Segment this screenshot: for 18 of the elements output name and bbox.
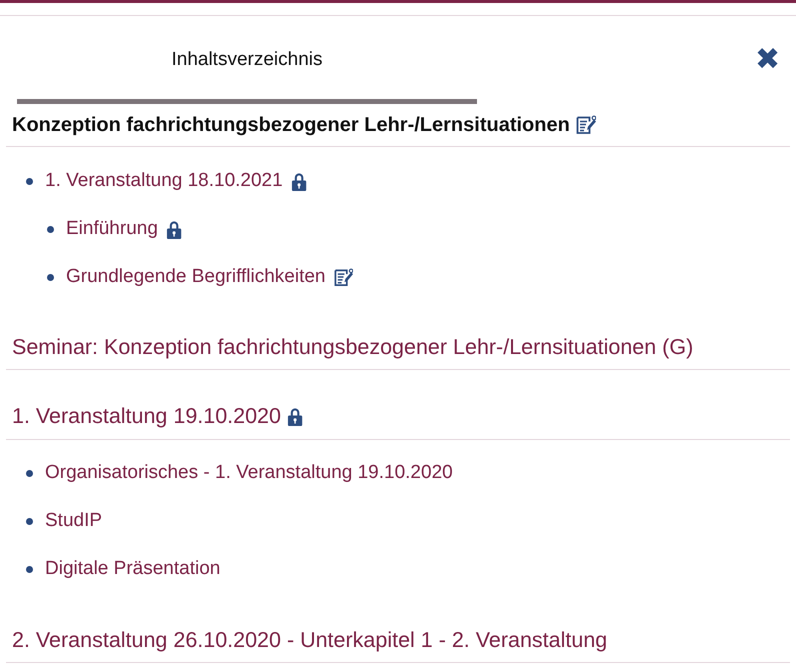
chapter-link[interactable]: Seminar: Konzeption fachrichtungsbezogener Lehr-/Lernsituationen (G): [12, 331, 694, 364]
chapter-title: Konzeption fachrichtungsbezogener Lehr-/Lernsituationen: [12, 113, 570, 138]
tab[interactable]: Inhaltsverzeichnis: [17, 16, 477, 104]
toc-link[interactable]: Grundlegende Begrifflichkeiten: [66, 262, 326, 292]
toc-link[interactable]: StudIP: [45, 507, 102, 536]
bullet-icon: [26, 470, 33, 477]
toc-link[interactable]: Einführung: [66, 214, 158, 244]
chapter-link[interactable]: 1. Veranstaltung 19.10.2020: [12, 400, 281, 432]
bullet-icon: [47, 226, 54, 232]
bullet-icon: [47, 274, 54, 280]
toc-link[interactable]: 1. Veranstaltung 18.10.2021: [45, 166, 283, 196]
close-button[interactable]: ✖: [755, 45, 780, 75]
chapter-link[interactable]: 2. Veranstaltung 26.10.2020 - Unterkapitel 1 - 2. Veranstaltung: [12, 624, 608, 656]
toc-link[interactable]: Digitale Präsentation: [45, 555, 220, 584]
toc-link[interactable]: Organisatorisches - 1. Veranstaltung 19.10.2020: [45, 459, 453, 488]
bullet-icon: [26, 518, 33, 525]
bullet-icon: [26, 178, 33, 184]
bullet-icon: [26, 566, 33, 573]
